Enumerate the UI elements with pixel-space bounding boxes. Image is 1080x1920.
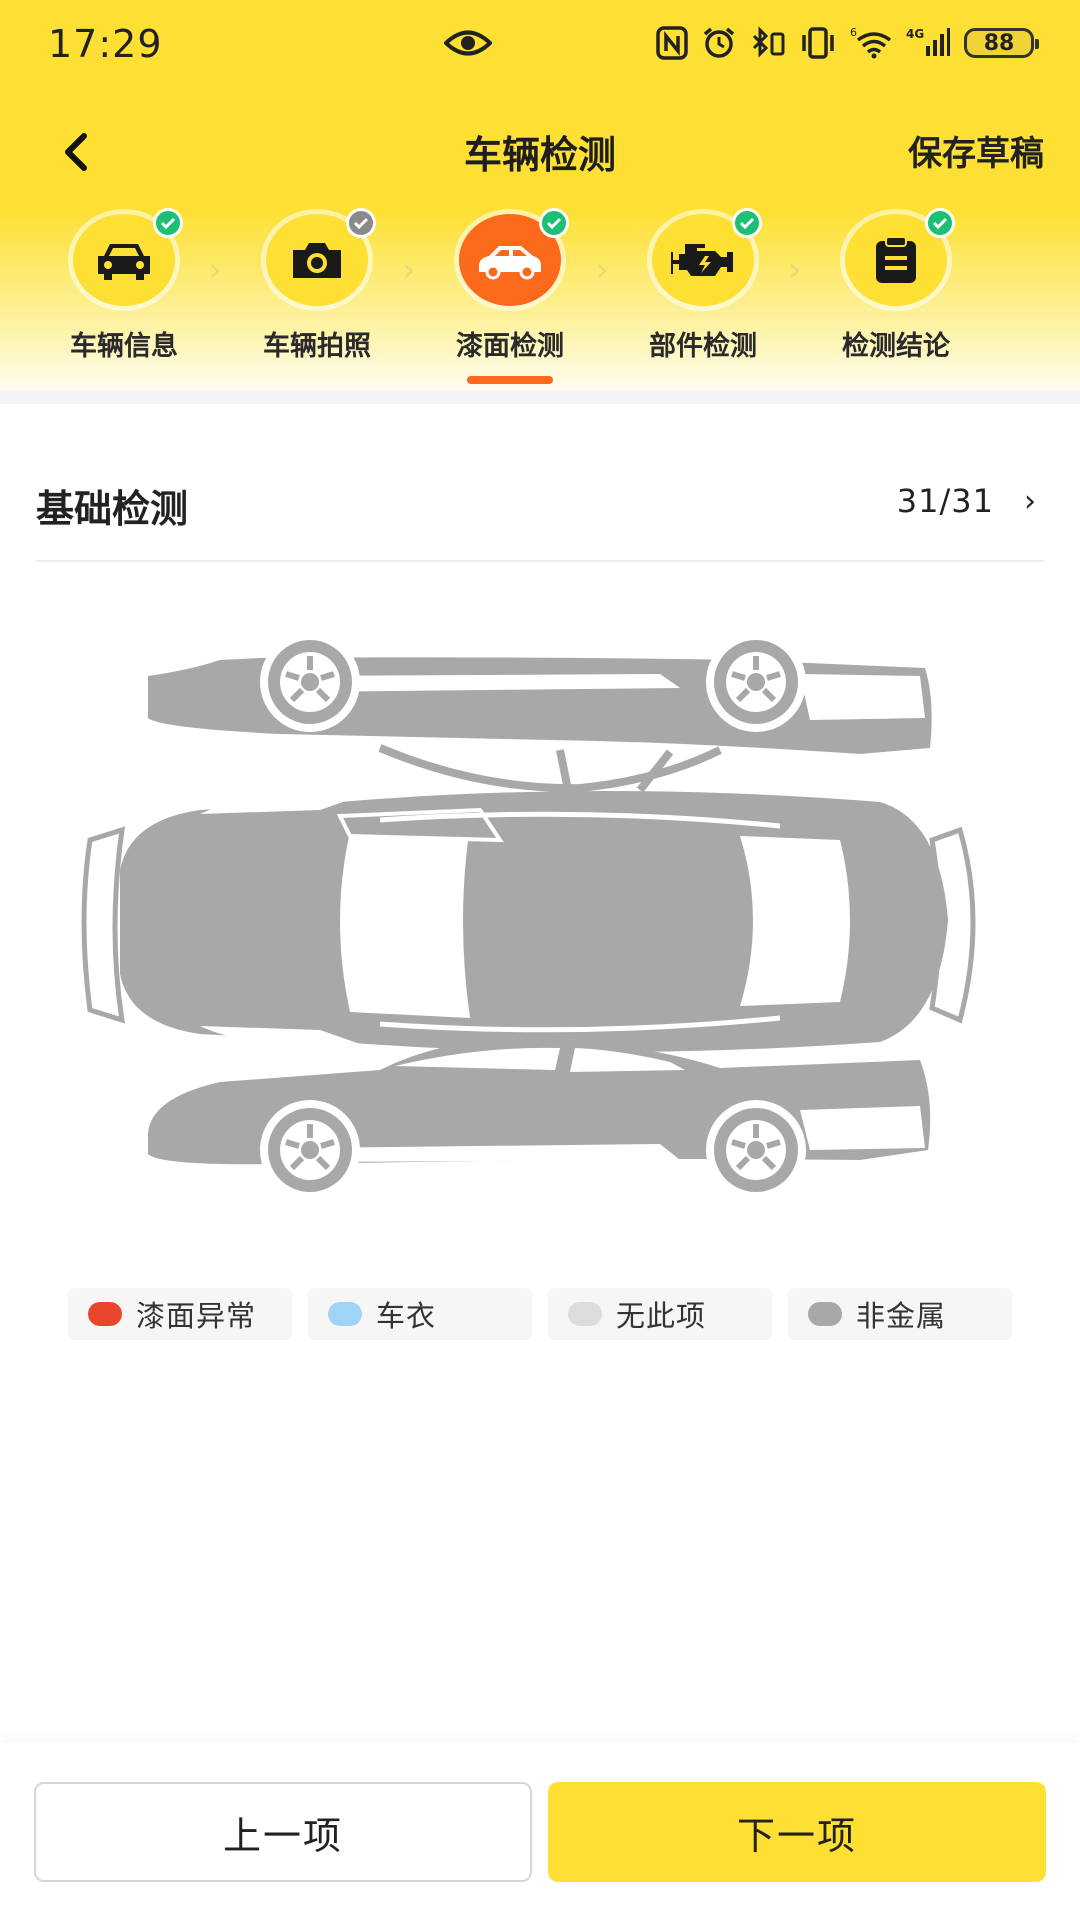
chevron-right-icon: › xyxy=(595,250,609,290)
step-conclusion[interactable]: 检测结论 xyxy=(806,208,986,363)
legend-item-car-wrap: 车衣 xyxy=(308,1288,532,1340)
legend-item-non-metal: 非金属 xyxy=(788,1288,1012,1340)
step-paint-inspection[interactable]: 漆面检测 xyxy=(420,208,600,363)
legend-swatch xyxy=(328,1302,362,1326)
step-label: 车辆拍照 xyxy=(263,331,371,362)
check-icon xyxy=(539,208,569,238)
car-paint-diagram xyxy=(81,632,976,1200)
section-title: 基础检测 xyxy=(36,487,189,531)
active-tab-indicator xyxy=(467,376,553,384)
signal-icon: 4G xyxy=(906,26,950,60)
legend-label: 非金属 xyxy=(856,1299,947,1333)
svg-text:4G: 4G xyxy=(906,27,924,41)
step-label: 漆面检测 xyxy=(456,331,564,362)
next-button[interactable]: 下一项 xyxy=(548,1782,1046,1882)
step-parts-inspection[interactable]: 部件检测 xyxy=(613,208,793,363)
bluetooth-icon xyxy=(750,26,786,60)
chevron-right-icon: › xyxy=(402,250,416,290)
legend-label: 无此项 xyxy=(616,1299,707,1333)
chevron-right-icon: › xyxy=(788,250,802,290)
svg-text:6: 6 xyxy=(850,26,857,39)
step-label: 检测结论 xyxy=(842,331,950,362)
previous-button[interactable]: 上一项 xyxy=(34,1782,532,1882)
legend-label: 漆面异常 xyxy=(136,1299,257,1333)
battery-icon: 88 xyxy=(964,28,1039,58)
chevron-right-icon: › xyxy=(208,250,222,290)
car-bottom-side-view[interactable] xyxy=(148,1038,931,1200)
check-icon xyxy=(732,208,762,238)
wifi-icon: 6 xyxy=(850,26,892,60)
status-time: 17:29 xyxy=(48,22,163,66)
save-draft-button[interactable]: 保存草稿 xyxy=(908,126,1044,175)
step-label: 部件检测 xyxy=(649,331,757,362)
check-icon xyxy=(925,208,955,238)
check-icon xyxy=(346,208,376,238)
step-vehicle-photo[interactable]: 车辆拍照 xyxy=(227,208,407,363)
car-top-side-view[interactable] xyxy=(148,632,932,801)
status-icons: 6 4G 88 xyxy=(656,26,1039,60)
status-bar: 17:29 6 4G 88 xyxy=(0,0,1080,90)
alarm-icon xyxy=(702,26,736,60)
legend-swatch xyxy=(808,1302,842,1326)
legend-item-not-applicable: 无此项 xyxy=(548,1288,772,1340)
step-tabs: 车辆信息 › 车辆拍照 › 漆面检测 › 部件检测 › 检测结论 xyxy=(0,208,1080,394)
section-count: 31/31 xyxy=(896,482,994,520)
clipboard-icon xyxy=(876,236,916,283)
legend-swatch xyxy=(88,1302,122,1326)
camera-icon xyxy=(293,243,341,278)
legend: 漆面异常 车衣 无此项 非金属 xyxy=(68,1288,1012,1340)
chevron-right-icon: › xyxy=(1024,484,1036,519)
car-top-down-view[interactable] xyxy=(81,791,976,1052)
bottom-action-bar: 上一项 下一项 xyxy=(0,1742,1080,1920)
eye-icon xyxy=(443,26,493,64)
legend-label: 车衣 xyxy=(376,1299,437,1333)
legend-swatch xyxy=(568,1302,602,1326)
nfc-icon xyxy=(656,26,688,60)
battery-level: 88 xyxy=(983,30,1015,56)
car-front-icon xyxy=(98,244,150,280)
car-side-icon xyxy=(479,246,541,280)
vibrate-icon xyxy=(800,26,836,60)
step-label: 车辆信息 xyxy=(70,331,178,362)
basic-inspection-header[interactable]: 基础检测 31/31 › xyxy=(36,470,1044,562)
check-icon xyxy=(153,208,183,238)
section-divider xyxy=(0,390,1080,404)
step-vehicle-info[interactable]: 车辆信息 xyxy=(34,208,214,363)
engine-icon xyxy=(671,244,733,276)
legend-item-paint-abnormal: 漆面异常 xyxy=(68,1288,292,1340)
